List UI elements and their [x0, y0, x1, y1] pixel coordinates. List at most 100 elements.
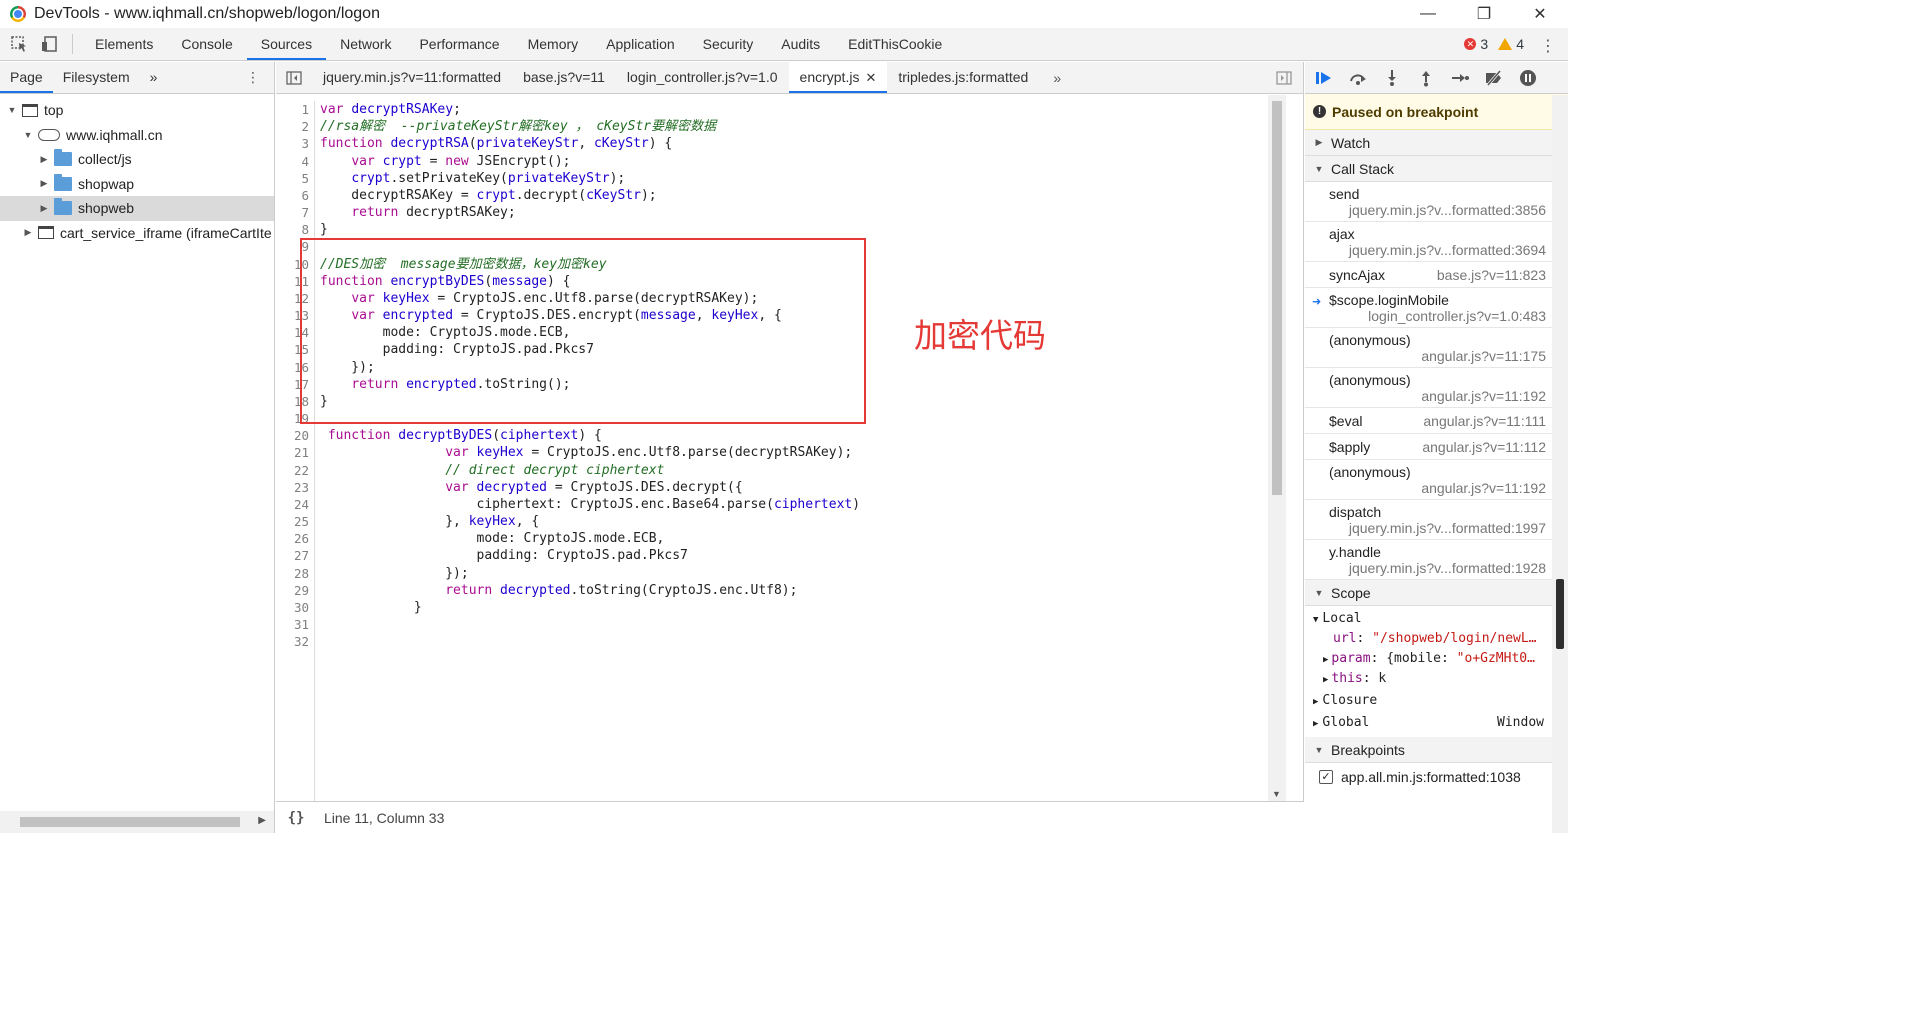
line-number[interactable]: 7: [276, 204, 314, 221]
issue-counts[interactable]: ✕ 3 4: [1464, 28, 1524, 60]
navigator-menu-icon[interactable]: ⋮: [246, 69, 260, 86]
tab-security[interactable]: Security: [689, 28, 768, 60]
code-line[interactable]: padding: CryptoJS.pad.Pkcs7: [320, 341, 860, 358]
scrollbar-thumb[interactable]: [1272, 101, 1282, 495]
code-line[interactable]: var decryptRSAKey;: [320, 101, 860, 118]
line-number[interactable]: 2: [276, 118, 314, 135]
step-over-icon[interactable]: [1345, 65, 1371, 91]
file-tab-jquery-min-js-v-11-formatted[interactable]: jquery.min.js?v=11:formatted: [312, 62, 512, 93]
tab-page[interactable]: Page: [0, 62, 53, 93]
code-line[interactable]: padding: CryptoJS.pad.Pkcs7: [320, 547, 860, 564]
line-number[interactable]: 22: [276, 462, 314, 479]
navigator-horizontal-scrollbar[interactable]: ▶: [0, 811, 274, 833]
code-line[interactable]: [320, 633, 860, 650]
call-frame[interactable]: send jquery.min.js?v...formatted:3856: [1305, 182, 1568, 222]
code-line[interactable]: var keyHex = CryptoJS.enc.Utf8.parse(dec…: [320, 444, 860, 461]
line-number[interactable]: 15: [276, 341, 314, 358]
file-tab-base-js-v-11[interactable]: base.js?v=11: [512, 62, 616, 93]
breakpoints-section-header[interactable]: ▼ Breakpoints: [1305, 737, 1568, 763]
tree-item-top[interactable]: ▼ top: [0, 98, 274, 123]
breakpoint-item[interactable]: ✓ app.all.min.js:formatted:1038: [1305, 763, 1568, 791]
tree-item-shopwap[interactable]: ▶ shopwap: [0, 172, 274, 197]
collapsed-arrow-icon[interactable]: ▶: [38, 203, 50, 214]
deactivate-breakpoints-icon[interactable]: [1481, 65, 1507, 91]
code-line[interactable]: return decrypted.toString(CryptoJS.enc.U…: [320, 582, 860, 599]
call-frame[interactable]: (anonymous) angular.js?v=11:175: [1305, 328, 1568, 368]
call-frame[interactable]: ajax jquery.min.js?v...formatted:3694: [1305, 222, 1568, 262]
call-frame[interactable]: $eval angular.js?v=11:111: [1305, 408, 1568, 434]
code-area[interactable]: 1 2 3 4 5 6 7 8 9 10 11 12 13 14 15 16 17 18 19 20 21 22 23 24 2…: [276, 95, 1286, 801]
call-frame[interactable]: syncAjax base.js?v=11:823: [1305, 262, 1568, 288]
pretty-print-icon[interactable]: {}: [276, 810, 316, 826]
tab-console[interactable]: Console: [167, 28, 246, 60]
line-number[interactable]: 8: [276, 221, 314, 238]
code-line[interactable]: return encrypted.toString();: [320, 376, 860, 393]
code-line[interactable]: decryptRSAKey = crypt.decrypt(cKeyStr);: [320, 187, 860, 204]
line-number[interactable]: 17: [276, 376, 314, 393]
toggle-debugger-icon[interactable]: [1269, 63, 1299, 93]
scope-var-url[interactable]: url: "/shopweb/login/newL…: [1305, 629, 1568, 649]
code-line[interactable]: [320, 410, 860, 427]
restore-button[interactable]: ❐: [1456, 0, 1512, 28]
callstack-section-header[interactable]: ▼ Call Stack: [1305, 156, 1568, 182]
call-frame[interactable]: (anonymous) angular.js?v=11:192: [1305, 460, 1568, 500]
code-line[interactable]: }: [320, 393, 860, 410]
tree-item-collect-js[interactable]: ▶ collect/js: [0, 147, 274, 172]
line-number[interactable]: 20: [276, 427, 314, 444]
file-tab-encrypt-js[interactable]: encrypt.js ✕: [788, 62, 888, 93]
more-tabs-icon[interactable]: »: [140, 62, 168, 93]
scrollbar-thumb[interactable]: [1556, 579, 1564, 649]
line-number[interactable]: 9: [276, 238, 314, 255]
tab-application[interactable]: Application: [592, 28, 689, 60]
toggle-navigator-icon[interactable]: [276, 63, 312, 93]
expanded-arrow-icon[interactable]: ▼: [22, 130, 34, 140]
line-number[interactable]: 12: [276, 290, 314, 307]
tab-memory[interactable]: Memory: [514, 28, 593, 60]
code-line[interactable]: // direct decrypt ciphertext: [320, 462, 860, 479]
step-out-icon[interactable]: [1413, 65, 1439, 91]
code-line[interactable]: [320, 238, 860, 255]
scope-local[interactable]: ▼ Local: [1305, 609, 1568, 629]
code-line[interactable]: function decryptRSA(privateKeyStr, cKeyS…: [320, 135, 860, 152]
code-line[interactable]: crypt.setPrivateKey(privateKeyStr);: [320, 170, 860, 187]
line-number[interactable]: 1: [276, 101, 314, 118]
line-number[interactable]: 10: [276, 256, 314, 273]
pause-on-exceptions-icon[interactable]: [1515, 65, 1541, 91]
scope-global[interactable]: ▶ Global Window: [1305, 713, 1568, 733]
scope-closure[interactable]: ▶ Closure: [1305, 691, 1568, 711]
tab-elements[interactable]: Elements: [81, 28, 167, 60]
step-icon[interactable]: [1447, 65, 1473, 91]
close-window-button[interactable]: ✕: [1512, 0, 1568, 28]
code-line[interactable]: var keyHex = CryptoJS.enc.Utf8.parse(dec…: [320, 290, 860, 307]
code-line[interactable]: mode: CryptoJS.mode.ECB,: [320, 324, 860, 341]
debugger-scrollbar[interactable]: [1552, 95, 1568, 833]
scope-var-this[interactable]: ▶ this: k: [1305, 669, 1568, 689]
close-tab-icon[interactable]: ✕: [865, 70, 876, 85]
line-number[interactable]: 26: [276, 530, 314, 547]
file-tab-tripledes-js-formatted[interactable]: tripledes.js:formatted: [887, 62, 1039, 93]
line-number[interactable]: 16: [276, 359, 314, 376]
collapsed-arrow-icon[interactable]: ▶: [38, 154, 50, 165]
source-code[interactable]: var decryptRSAKey;//rsa解密 --privateKeySt…: [320, 101, 860, 651]
line-number[interactable]: 3: [276, 135, 314, 152]
tab-filesystem[interactable]: Filesystem: [53, 62, 140, 93]
line-number[interactable]: 21: [276, 444, 314, 461]
code-line[interactable]: });: [320, 565, 860, 582]
line-number[interactable]: 31: [276, 616, 314, 633]
line-number[interactable]: 23: [276, 479, 314, 496]
code-line[interactable]: }: [320, 599, 860, 616]
line-number-gutter[interactable]: 1 2 3 4 5 6 7 8 9 10 11 12 13 14 15 16 17 18 19 20 21 22 23 24 2…: [276, 101, 315, 801]
code-line[interactable]: return decryptRSAKey;: [320, 204, 860, 221]
code-line[interactable]: [320, 616, 860, 633]
line-number[interactable]: 30: [276, 599, 314, 616]
line-number[interactable]: 29: [276, 582, 314, 599]
minimize-button[interactable]: —: [1400, 0, 1456, 28]
inspect-element-icon[interactable]: [4, 29, 34, 59]
line-number[interactable]: 27: [276, 547, 314, 564]
call-frame[interactable]: y.handle jquery.min.js?v...formatted:1928: [1305, 540, 1568, 580]
scroll-right-icon[interactable]: ▶: [258, 815, 266, 826]
code-line[interactable]: //DES加密 message要加密数据，key加密key: [320, 256, 860, 273]
tab-sources[interactable]: Sources: [246, 28, 327, 60]
code-line[interactable]: });: [320, 359, 860, 376]
tree-item-cart-service-iframe-iframecartite[interactable]: ▶ cart_service_iframe (iframeCartIte: [0, 221, 274, 246]
